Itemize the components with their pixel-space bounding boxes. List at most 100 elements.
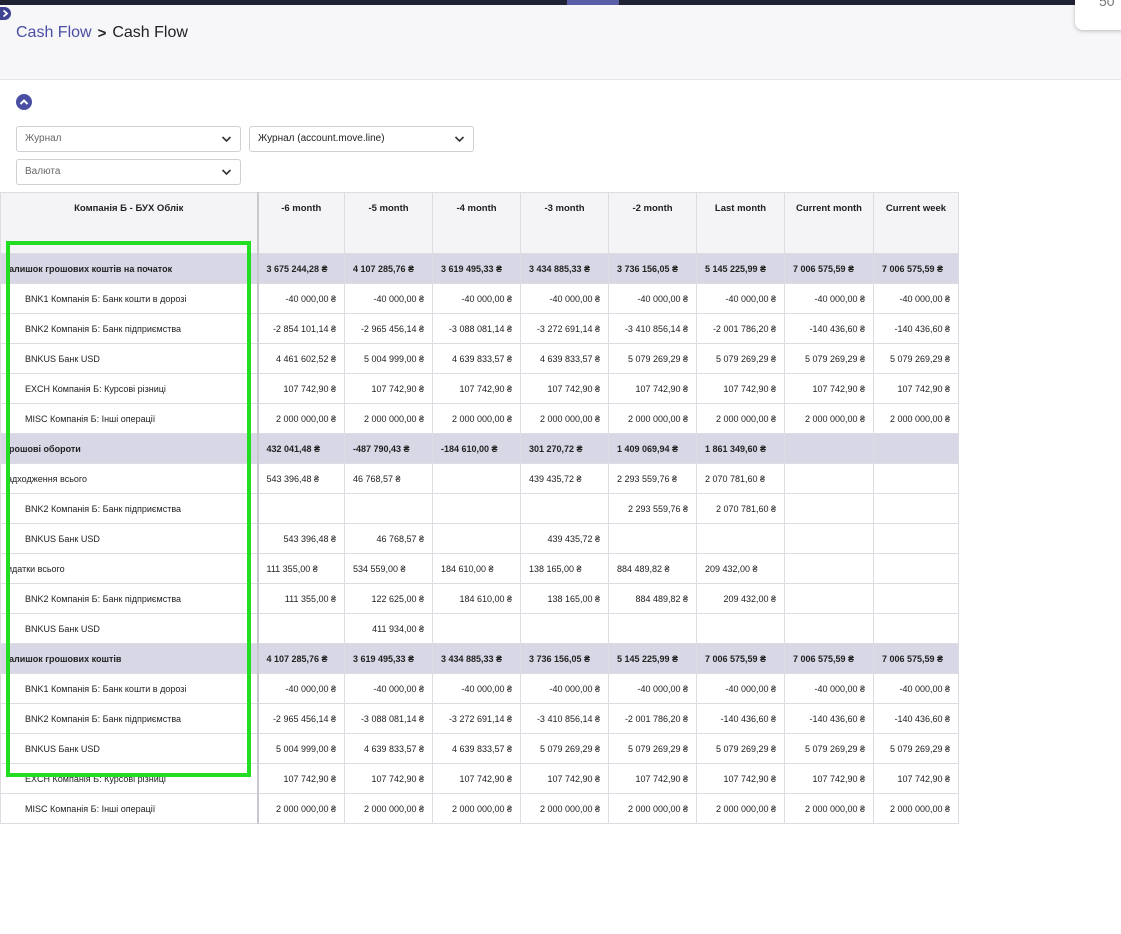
row-label[interactable]: BNKUS Банк USD (0, 523, 259, 554)
amount-cell: -2 965 456,14 ₴ (257, 703, 345, 734)
amount-cell: 107 742,90 ₴ (873, 373, 959, 404)
amount-cell: 2 000 000,00 ₴ (432, 793, 521, 824)
amount-cell: 2 000 000,00 ₴ (344, 403, 433, 434)
floating-widget[interactable]: 50 (1075, 0, 1121, 30)
amount-cell (608, 523, 697, 554)
amount-cell: 5 079 269,29 ₴ (608, 733, 697, 764)
row-label[interactable]: BNK2 Компанія Б: Банк підприємства (0, 493, 259, 524)
amount-cell: -3 272 691,14 ₴ (520, 313, 609, 344)
amount-cell: -140 436,60 ₴ (873, 703, 959, 734)
amount-cell (520, 493, 609, 524)
amount-cell (608, 613, 697, 644)
chevron-down-icon (221, 136, 232, 143)
amount-cell: 184 610,00 ₴ (432, 553, 521, 584)
amount-cell: 2 000 000,00 ₴ (608, 403, 697, 434)
row-label[interactable]: BNK1 Компанія Б: Банк кошти в дорозі (0, 673, 259, 704)
amount-cell: 5 004 999,00 ₴ (257, 733, 345, 764)
table-row: BNK1 Компанія Б: Банк кошти в дорозі -40 … (0, 673, 959, 704)
amount-cell: 111 355,00 ₴ (257, 583, 345, 614)
amount-cell (873, 583, 959, 614)
amount-cell: 107 742,90 ₴ (344, 373, 433, 404)
amount-cell: 3 619 495,33 ₴ (432, 253, 521, 284)
amount-cell: -140 436,60 ₴ (873, 313, 959, 344)
amount-cell: -40 000,00 ₴ (784, 673, 874, 704)
chevron-right-icon: > (97, 24, 107, 42)
journal-select[interactable]: Журнал (16, 126, 241, 152)
amount-cell: 7 006 575,59 ₴ (784, 643, 874, 674)
table-body: алишок грошових коштів на початок 3 675 2… (0, 253, 959, 824)
amount-cell (696, 613, 785, 644)
amount-cell: 4 639 833,57 ₴ (520, 343, 609, 374)
amount-cell: -40 000,00 ₴ (520, 283, 609, 314)
amount-cell: 432 041,48 ₴ (257, 433, 345, 464)
journal-select-placeholder: Журнал (25, 133, 62, 144)
amount-cell: 107 742,90 ₴ (257, 373, 345, 404)
amount-cell: 107 742,90 ₴ (432, 373, 521, 404)
amount-cell: -2 965 456,14 ₴ (344, 313, 433, 344)
chevron-down-icon (221, 169, 232, 176)
amount-cell (784, 523, 874, 554)
amount-cell: 4 107 285,76 ₴ (344, 253, 433, 284)
amount-cell (257, 613, 345, 644)
floating-widget-text: 50 (1099, 0, 1115, 9)
row-label[interactable]: BNK2 Компанія Б: Банк підприємства (0, 583, 259, 614)
amount-cell: -40 000,00 ₴ (784, 283, 874, 314)
table-row: BNKUS Банк USD 411 934,00 ₴ (0, 613, 959, 644)
table-header-row: Компанія Б - БУХ Облік -6 month -5 month -… (0, 192, 959, 254)
amount-cell: -40 000,00 ₴ (257, 283, 345, 314)
row-label[interactable]: MISC Компанія Б: Інші операції (0, 403, 259, 434)
amount-cell: 301 270,72 ₴ (520, 433, 609, 464)
amount-cell (432, 613, 521, 644)
amount-cell (432, 493, 521, 524)
amount-cell (784, 493, 874, 524)
amount-cell: -40 000,00 ₴ (344, 673, 433, 704)
amount-cell: 5 079 269,29 ₴ (696, 733, 785, 764)
table-row: BNKUS Банк USD 543 396,48 ₴ 46 768,57 ₴ 439… (0, 523, 959, 554)
amount-cell: 107 742,90 ₴ (520, 763, 609, 794)
amount-cell: 107 742,90 ₴ (784, 763, 874, 794)
currency-select[interactable]: Валюта (16, 159, 241, 185)
amount-cell: 2 000 000,00 ₴ (257, 403, 345, 434)
row-label[interactable]: BNK2 Компанія Б: Банк підприємства (0, 703, 259, 734)
journal-model-select[interactable]: Журнал (account.move.line) (249, 126, 474, 152)
row-label[interactable]: BNKUS Банк USD (0, 343, 259, 374)
chevron-down-icon (454, 136, 465, 143)
row-label[interactable]: BNK2 Компанія Б: Банк підприємства (0, 313, 259, 344)
row-label[interactable]: BNKUS Банк USD (0, 733, 259, 764)
amount-cell: 2 000 000,00 ₴ (873, 403, 959, 434)
amount-cell: 2 000 000,00 ₴ (784, 403, 874, 434)
collapse-filters-button[interactable] (16, 94, 32, 110)
amount-cell: -3 410 856,14 ₴ (608, 313, 697, 344)
amount-cell: -40 000,00 ₴ (432, 283, 521, 314)
row-label[interactable]: EXCH Компанія Б: Курсові різниці (0, 763, 259, 794)
table-row: BNK2 Компанія Б: Банк підприємства -2 965… (0, 703, 959, 734)
chevron-right-icon (2, 9, 9, 18)
journal-model-select-value: Журнал (account.move.line) (258, 133, 385, 144)
row-label[interactable]: MISC Компанія Б: Інші операції (0, 793, 259, 824)
table-row: адходження всього 543 396,48 ₴ 46 768,57 ₴… (0, 463, 959, 494)
amount-cell (873, 553, 959, 584)
amount-cell: 107 742,90 ₴ (432, 763, 521, 794)
amount-cell: 122 625,00 ₴ (344, 583, 433, 614)
breadcrumb-link-cash-flow[interactable]: Cash Flow (16, 24, 92, 42)
amount-cell: 209 432,00 ₴ (696, 553, 785, 584)
amount-cell (784, 553, 874, 584)
amount-cell (873, 463, 959, 494)
table-row: BNK2 Компанія Б: Банк підприємства 111 35… (0, 583, 959, 614)
amount-cell: 4 639 833,57 ₴ (432, 733, 521, 764)
amount-cell: 2 070 781,60 ₴ (696, 463, 785, 494)
amount-cell: -40 000,00 ₴ (873, 283, 959, 314)
row-label[interactable]: BNKUS Банк USD (0, 613, 259, 644)
table-row: BNK2 Компанія Б: Банк підприємства -2 854… (0, 313, 959, 344)
amount-cell: 4 639 833,57 ₴ (432, 343, 521, 374)
row-label[interactable]: BNK1 Компанія Б: Банк кошти в дорозі (0, 283, 259, 314)
amount-cell: 7 006 575,59 ₴ (873, 253, 959, 284)
amount-cell: 2 000 000,00 ₴ (608, 793, 697, 824)
period-column-header: -3 month (520, 192, 609, 254)
period-column-header: -2 month (608, 192, 697, 254)
amount-cell: 7 006 575,59 ₴ (696, 643, 785, 674)
table-total-row: алишок грошових коштів на початок 3 675 2… (0, 253, 959, 284)
company-column-header: Компанія Б - БУХ Облік (0, 192, 259, 254)
amount-cell: 111 355,00 ₴ (257, 553, 345, 584)
row-label[interactable]: EXCH Компанія Б: Курсові різниці (0, 373, 259, 404)
